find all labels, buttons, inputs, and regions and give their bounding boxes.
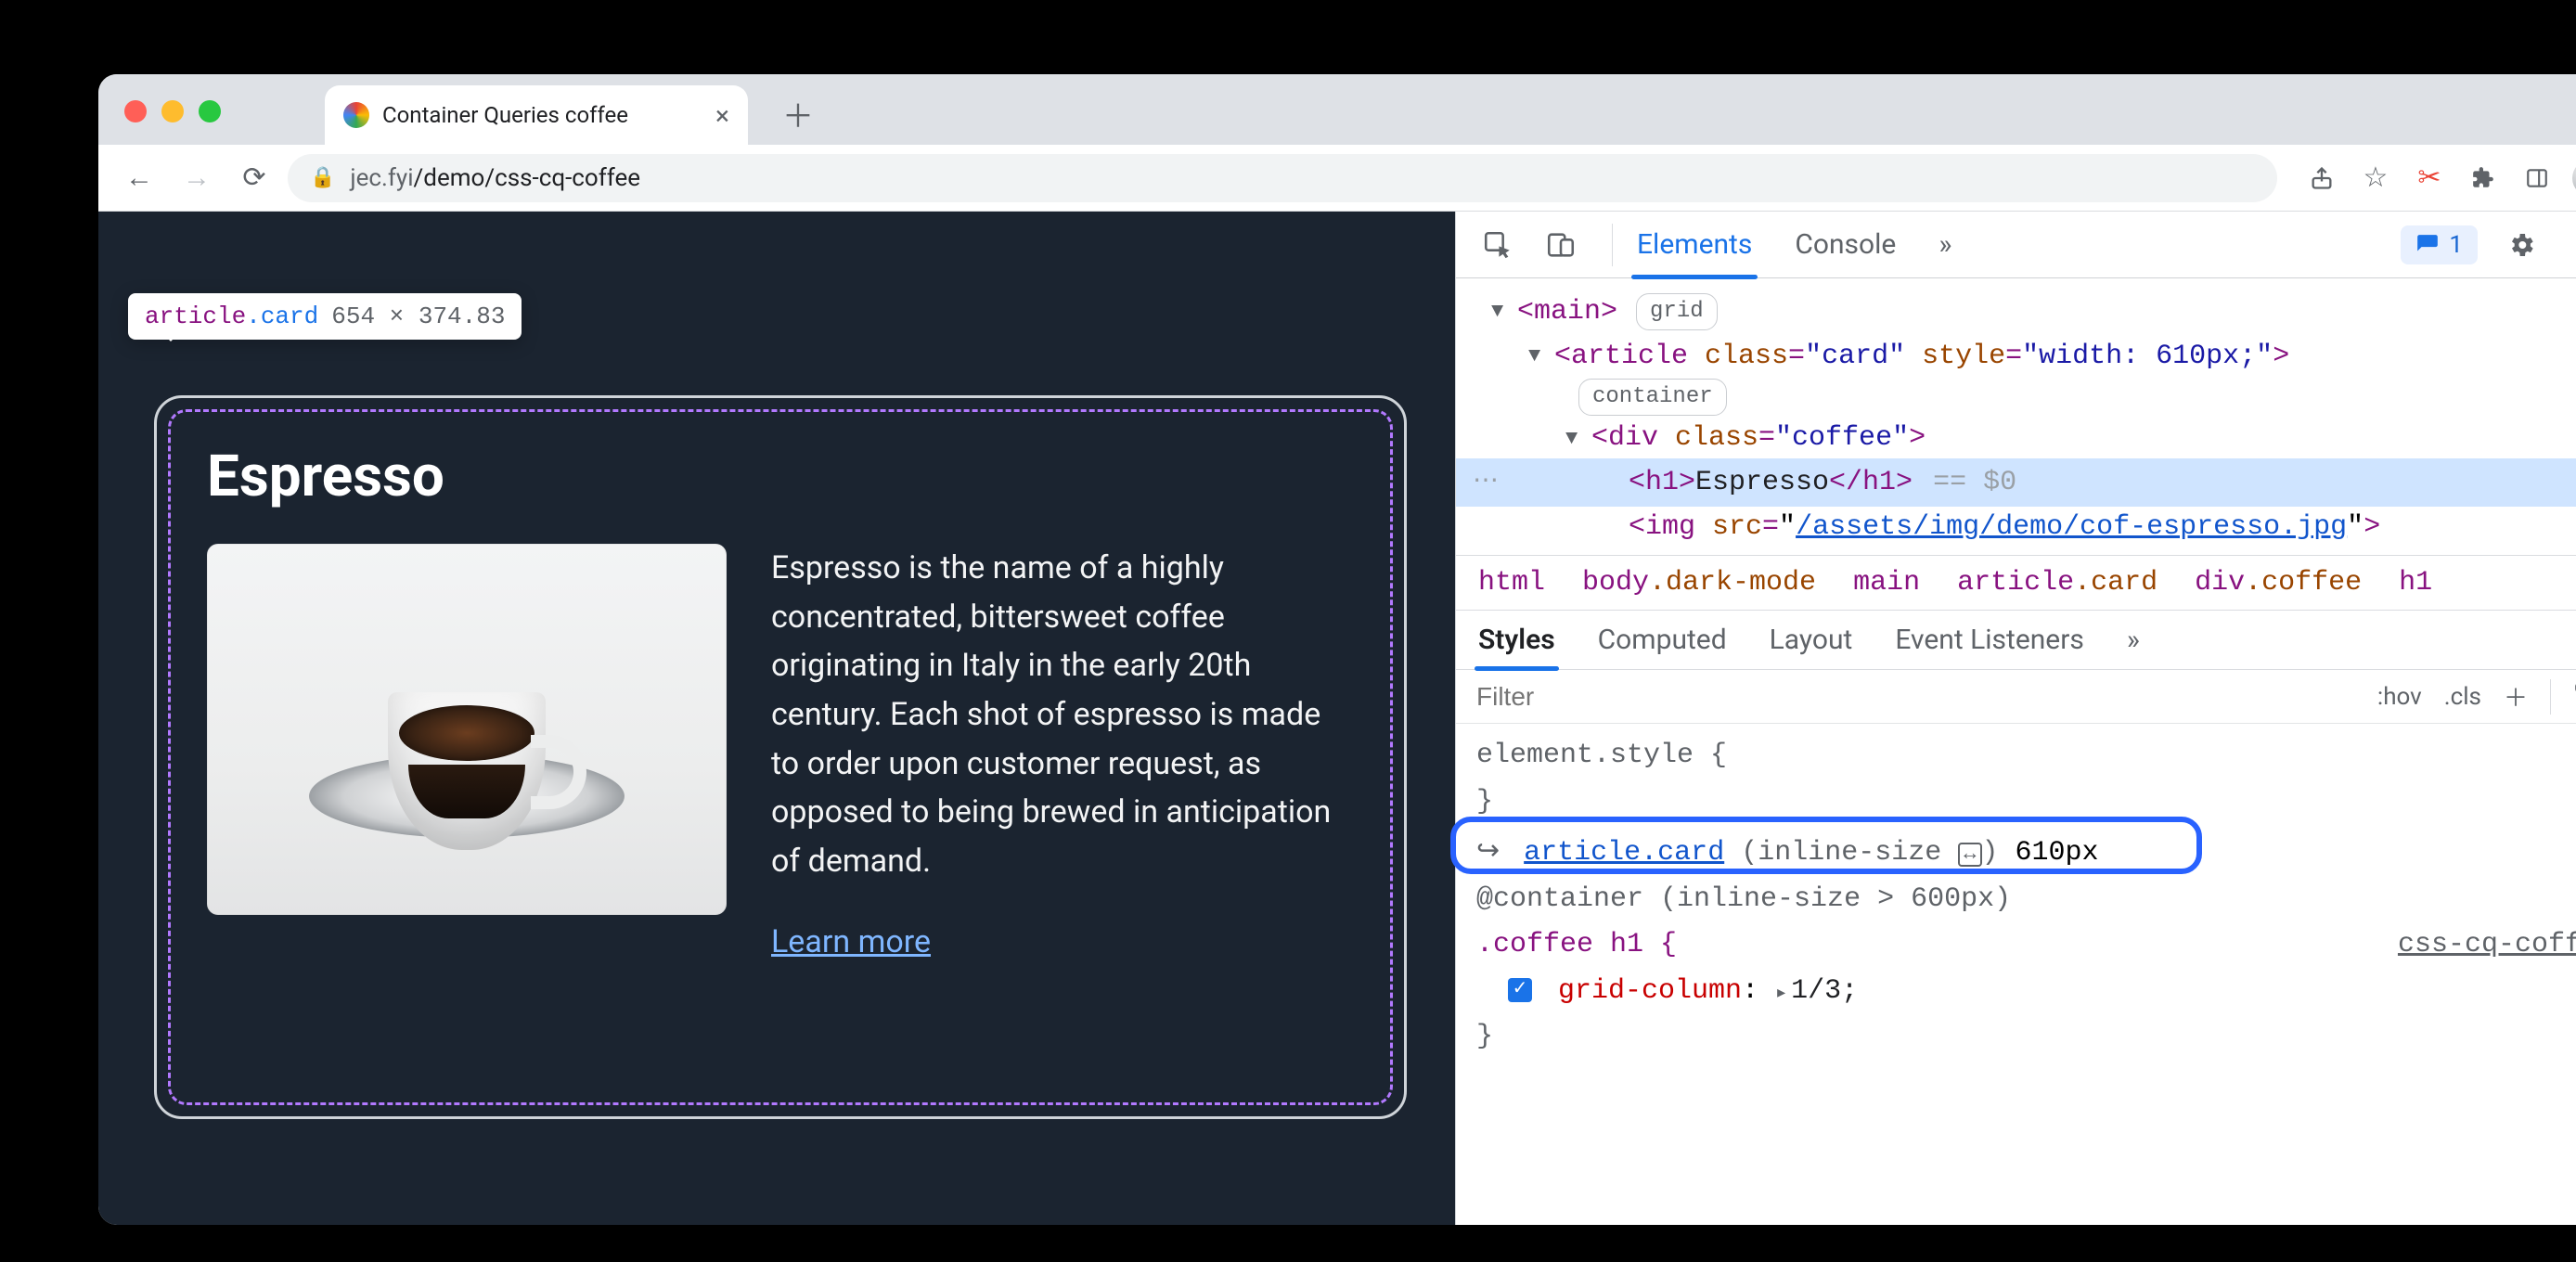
crumb-html: html	[1478, 567, 1545, 599]
favicon-icon	[343, 102, 369, 128]
new-rule-icon[interactable]: ＋	[2504, 679, 2528, 714]
browser-toolbar: ← → ⟳ 🔒 jec.fyi/demo/css-cq-coffee ☆ ✂ ⋮	[98, 145, 2576, 212]
card-title: Espresso	[207, 443, 1354, 510]
crumb-body: body.dark-mode	[1582, 567, 1816, 599]
tab-strip: Container Queries coffee × ＋ ▾	[98, 74, 2576, 145]
scissors-icon[interactable]: ✂	[2405, 154, 2454, 202]
bookmark-icon[interactable]: ☆	[2351, 154, 2400, 202]
share-icon[interactable]	[2298, 154, 2346, 202]
window-controls	[124, 100, 221, 122]
css-value[interactable]: 1/3;	[1791, 975, 1858, 1007]
dom-selected-row[interactable]: ⋯<h1>Espresso</h1>== $0	[1475, 460, 2576, 505]
maximize-window-button[interactable]	[199, 100, 221, 122]
tabs-overflow-icon[interactable]: »	[1938, 228, 1951, 261]
espresso-image	[207, 544, 727, 915]
extensions-icon[interactable]	[2459, 154, 2507, 202]
learn-more-link[interactable]: Learn more	[771, 923, 931, 960]
crumb-h1: h1	[2399, 567, 2432, 599]
reload-button[interactable]: ⟳	[230, 154, 278, 202]
tooltip-class: .card	[246, 303, 318, 330]
styles-filter-input[interactable]	[1456, 682, 2359, 712]
cq-selector-link[interactable]: article.card	[1524, 837, 1724, 869]
property-checkbox[interactable]: ✓	[1508, 978, 1532, 1002]
url-host: jec.fyi	[350, 164, 413, 192]
device-toggle-icon[interactable]	[1543, 227, 1578, 263]
settings-icon[interactable]	[2504, 227, 2539, 263]
card-description: Espresso is the name of a highly concent…	[771, 544, 1354, 886]
tab-title: Container Queries coffee	[382, 102, 628, 128]
devtools-tabbar: Elements Console » 1 ⋮ ✕	[1456, 212, 2576, 278]
lock-icon: 🔒	[310, 166, 335, 189]
browser-window: Container Queries coffee × ＋ ▾ ← → ⟳ 🔒 j…	[98, 74, 2576, 1225]
address-bar[interactable]: 🔒 jec.fyi/demo/css-cq-coffee	[288, 154, 2277, 202]
inspect-icon[interactable]	[1480, 227, 1515, 263]
rendered-page: article.card 654 × 374.83 Espresso Espres…	[98, 212, 1455, 1225]
tab-console[interactable]: Console	[1795, 228, 1896, 261]
crumb-article: article.card	[1957, 567, 2157, 599]
img-src-link[interactable]: /assets/img/demo/cof-espresso.jpg	[1796, 511, 2347, 543]
subtab-listeners[interactable]: Event Listeners	[1895, 624, 2084, 656]
subtab-layout[interactable]: Layout	[1770, 624, 1853, 656]
container-badge[interactable]: container	[1578, 379, 1727, 416]
dom-main: <main>	[1517, 290, 1617, 334]
new-tab-button[interactable]: ＋	[776, 91, 820, 135]
resize-icon[interactable]: ↔	[1958, 843, 1981, 867]
browser-tab[interactable]: Container Queries coffee ×	[325, 85, 748, 145]
subtab-computed[interactable]: Computed	[1598, 624, 1727, 656]
cq-value: 610px	[2016, 837, 2099, 869]
styles-filter-bar: :hov .cls ＋	[1456, 670, 2576, 724]
tooltip-tag: article	[145, 303, 246, 330]
tab-elements[interactable]: Elements	[1637, 228, 1752, 261]
cq-arrow-icon: ↪	[1476, 837, 1500, 869]
element-style-rule: element.style {	[1476, 733, 2576, 779]
eq-zero: == $0	[1933, 460, 2016, 505]
tooltip-dimensions: 654 × 374.83	[331, 303, 505, 330]
close-tab-icon[interactable]: ×	[715, 100, 729, 131]
crumb-div: div.coffee	[2195, 567, 2362, 599]
hov-toggle[interactable]: :hov	[2377, 683, 2422, 711]
issues-count: 1	[2449, 231, 2463, 259]
source-link[interactable]: css-cq-coffee:45	[2398, 922, 2576, 969]
minimize-window-button[interactable]	[161, 100, 184, 122]
element-tooltip: article.card 654 × 374.83	[128, 293, 522, 340]
back-button[interactable]: ←	[115, 154, 163, 202]
dom-tree[interactable]: ▼<main>grid ▼<article class="card" style…	[1456, 278, 2576, 555]
forward-button[interactable]: →	[173, 154, 221, 202]
grid-badge[interactable]: grid	[1636, 293, 1718, 330]
side-panel-icon[interactable]	[2513, 154, 2561, 202]
subtabs-overflow-icon[interactable]: »	[2127, 624, 2140, 656]
devtools-panel: Elements Console » 1 ⋮ ✕	[1455, 212, 2576, 1225]
toolbar-right: ☆ ✂ ⋮	[2298, 154, 2576, 202]
close-window-button[interactable]	[124, 100, 147, 122]
article-card: Espresso Espresso is the name of a highl…	[154, 395, 1407, 1119]
at-container-rule: @container (inline-size > 600px)	[1476, 883, 2011, 915]
subtab-styles[interactable]: Styles	[1478, 624, 1555, 656]
dom-breadcrumbs[interactable]: html body.dark-mode main article.card di…	[1456, 555, 2576, 611]
styles-pane[interactable]: element.style { } ↪ article.card (inline…	[1456, 724, 2576, 1079]
content-split: article.card 654 × 374.83 Espresso Espres…	[98, 212, 2576, 1225]
issues-badge[interactable]: 1	[2401, 225, 2478, 264]
crumb-main: main	[1853, 567, 1920, 599]
devtools-menu-icon[interactable]: ⋮	[2565, 227, 2576, 263]
css-property[interactable]: grid-column	[1558, 975, 1742, 1007]
cls-toggle[interactable]: .cls	[2444, 683, 2481, 711]
url-path: /demo/css-cq-coffee	[414, 164, 641, 192]
profile-avatar[interactable]	[2567, 154, 2576, 202]
rule-selector: .coffee h1 {	[1476, 929, 1677, 960]
styles-tabs: Styles Computed Layout Event Listeners »	[1456, 611, 2576, 670]
